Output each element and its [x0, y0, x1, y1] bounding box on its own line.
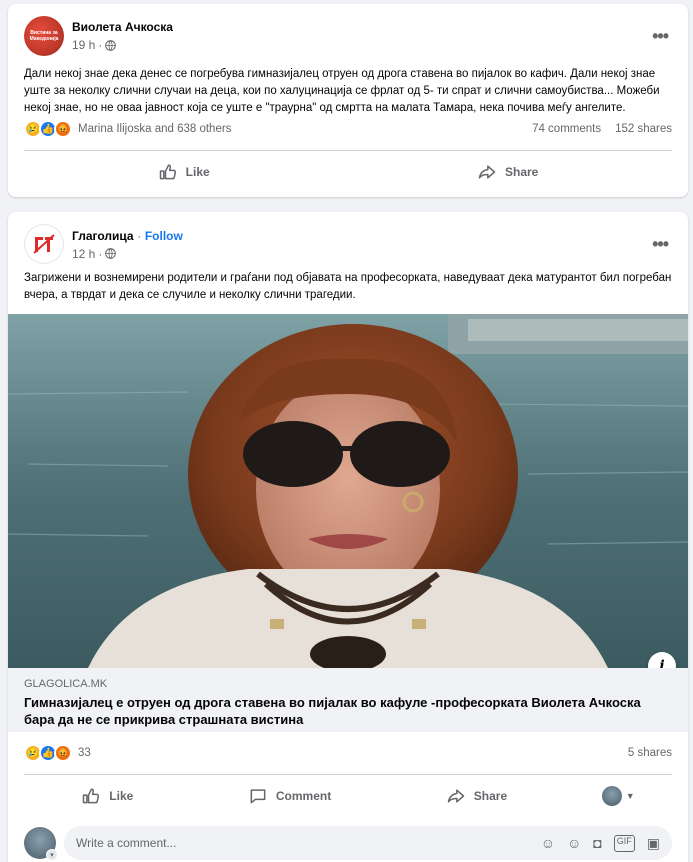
post-time[interactable]: 12 h	[72, 247, 95, 261]
camera-icon[interactable]: ◘	[593, 835, 601, 852]
avatar-text: Вистина за Македонија	[29, 30, 59, 42]
globe-icon	[105, 248, 117, 259]
thumbs-up-icon	[83, 788, 100, 804]
comment-composer: ▾ Write a comment... ☺ ☺ ◘ GIF ▣	[24, 826, 672, 861]
more-options-icon[interactable]: •••	[652, 26, 669, 47]
glagolica-logo-icon	[33, 234, 55, 254]
gif-icon[interactable]: GIF	[613, 834, 635, 852]
angry-reaction-icon: 😡	[54, 120, 72, 138]
action-bar: Like Share	[24, 156, 672, 188]
post-text: Дали некој знае дека денес се погребува …	[24, 68, 660, 114]
more-options-icon[interactable]: •••	[652, 234, 669, 255]
viewer-avatar	[601, 786, 622, 806]
emoji-icon[interactable]: ☺	[567, 835, 581, 852]
post-meta: 12 h ·	[72, 247, 183, 261]
reactions-bar: 😢 👍 😡 Marina Ilijoska and 638 others 74 …	[24, 120, 672, 138]
page-avatar[interactable]	[24, 224, 64, 264]
shares-count[interactable]: 152 shares	[615, 123, 672, 135]
post-card-2: Глаголица · Follow 12 h · ••• Загрижени …	[8, 212, 688, 862]
post-meta: 19 h ·	[72, 38, 173, 52]
post-card-1: Вистина за Македонија Виолета Ачкоска 19…	[8, 4, 688, 197]
author-name[interactable]: Глаголица	[72, 229, 134, 243]
reactions-summary[interactable]: Marina Ilijoska and 638 others	[78, 123, 231, 135]
follow-button[interactable]: Follow	[145, 229, 183, 243]
shares-count[interactable]: 5 shares	[628, 747, 672, 759]
link-domain: GLAGOLICA.MK	[24, 678, 108, 690]
chevron-down-icon: ▼	[625, 791, 635, 801]
link-title: Гимназијалец е отруен од дрога ставена в…	[24, 695, 641, 727]
like-label: Like	[109, 789, 134, 803]
portrait-photo	[8, 314, 688, 668]
reactions-count[interactable]: 33	[78, 747, 91, 759]
share-label: Share	[473, 789, 508, 803]
globe-icon	[105, 39, 117, 51]
reaction-icons[interactable]: 😢 👍 😡	[24, 744, 72, 762]
author-name[interactable]: Виолета Ачкоска	[72, 20, 173, 34]
link-image[interactable]	[8, 314, 688, 668]
post-time[interactable]: 19 h	[72, 38, 95, 52]
reaction-icons[interactable]: 😢 👍 😡	[24, 120, 72, 138]
comments-count[interactable]: 74 comments	[532, 123, 601, 135]
comment-button[interactable]: Comment	[228, 780, 351, 812]
post-text: Загрижени и вознемирени родители и граѓа…	[24, 272, 672, 301]
post-header: Глаголица · Follow 12 h ·	[24, 224, 183, 264]
comment-icon	[250, 789, 266, 804]
post-as-selector[interactable]: ▼	[601, 786, 635, 806]
like-button[interactable]: Like	[61, 780, 153, 812]
share-button[interactable]: Share	[457, 156, 558, 188]
angry-reaction-icon: 😡	[54, 744, 72, 762]
avatar-sticker-icon[interactable]: ☺	[541, 835, 555, 852]
sticker-icon[interactable]: ▣	[647, 835, 660, 852]
comment-label: Comment	[275, 789, 332, 803]
comment-placeholder: Write a comment...	[76, 836, 177, 850]
name-separator: ·	[137, 228, 142, 243]
divider	[24, 150, 672, 151]
share-icon	[447, 789, 465, 803]
divider	[24, 774, 672, 775]
user-avatar[interactable]: ▾	[24, 827, 58, 861]
share-icon	[478, 165, 496, 179]
thumbs-up-icon	[159, 164, 176, 180]
like-label: Like	[185, 165, 210, 179]
author-avatar[interactable]: Вистина за Македонија	[24, 16, 64, 56]
like-button[interactable]: Like	[138, 156, 230, 188]
link-preview[interactable]: GLAGOLICA.MK Гимназијалец е отруен од др…	[8, 668, 688, 732]
chevron-down-icon: ▾	[46, 849, 58, 861]
share-label: Share	[504, 165, 539, 179]
action-bar: Like Comment Share ▼	[24, 780, 672, 812]
comment-input[interactable]: Write a comment... ☺ ☺ ◘ GIF ▣	[64, 826, 672, 860]
post-header: Вистина за Македонија Виолета Ачкоска 19…	[24, 16, 173, 56]
share-button[interactable]: Share	[426, 780, 527, 812]
reactions-bar: 😢 👍 😡 33 5 shares	[24, 744, 672, 762]
